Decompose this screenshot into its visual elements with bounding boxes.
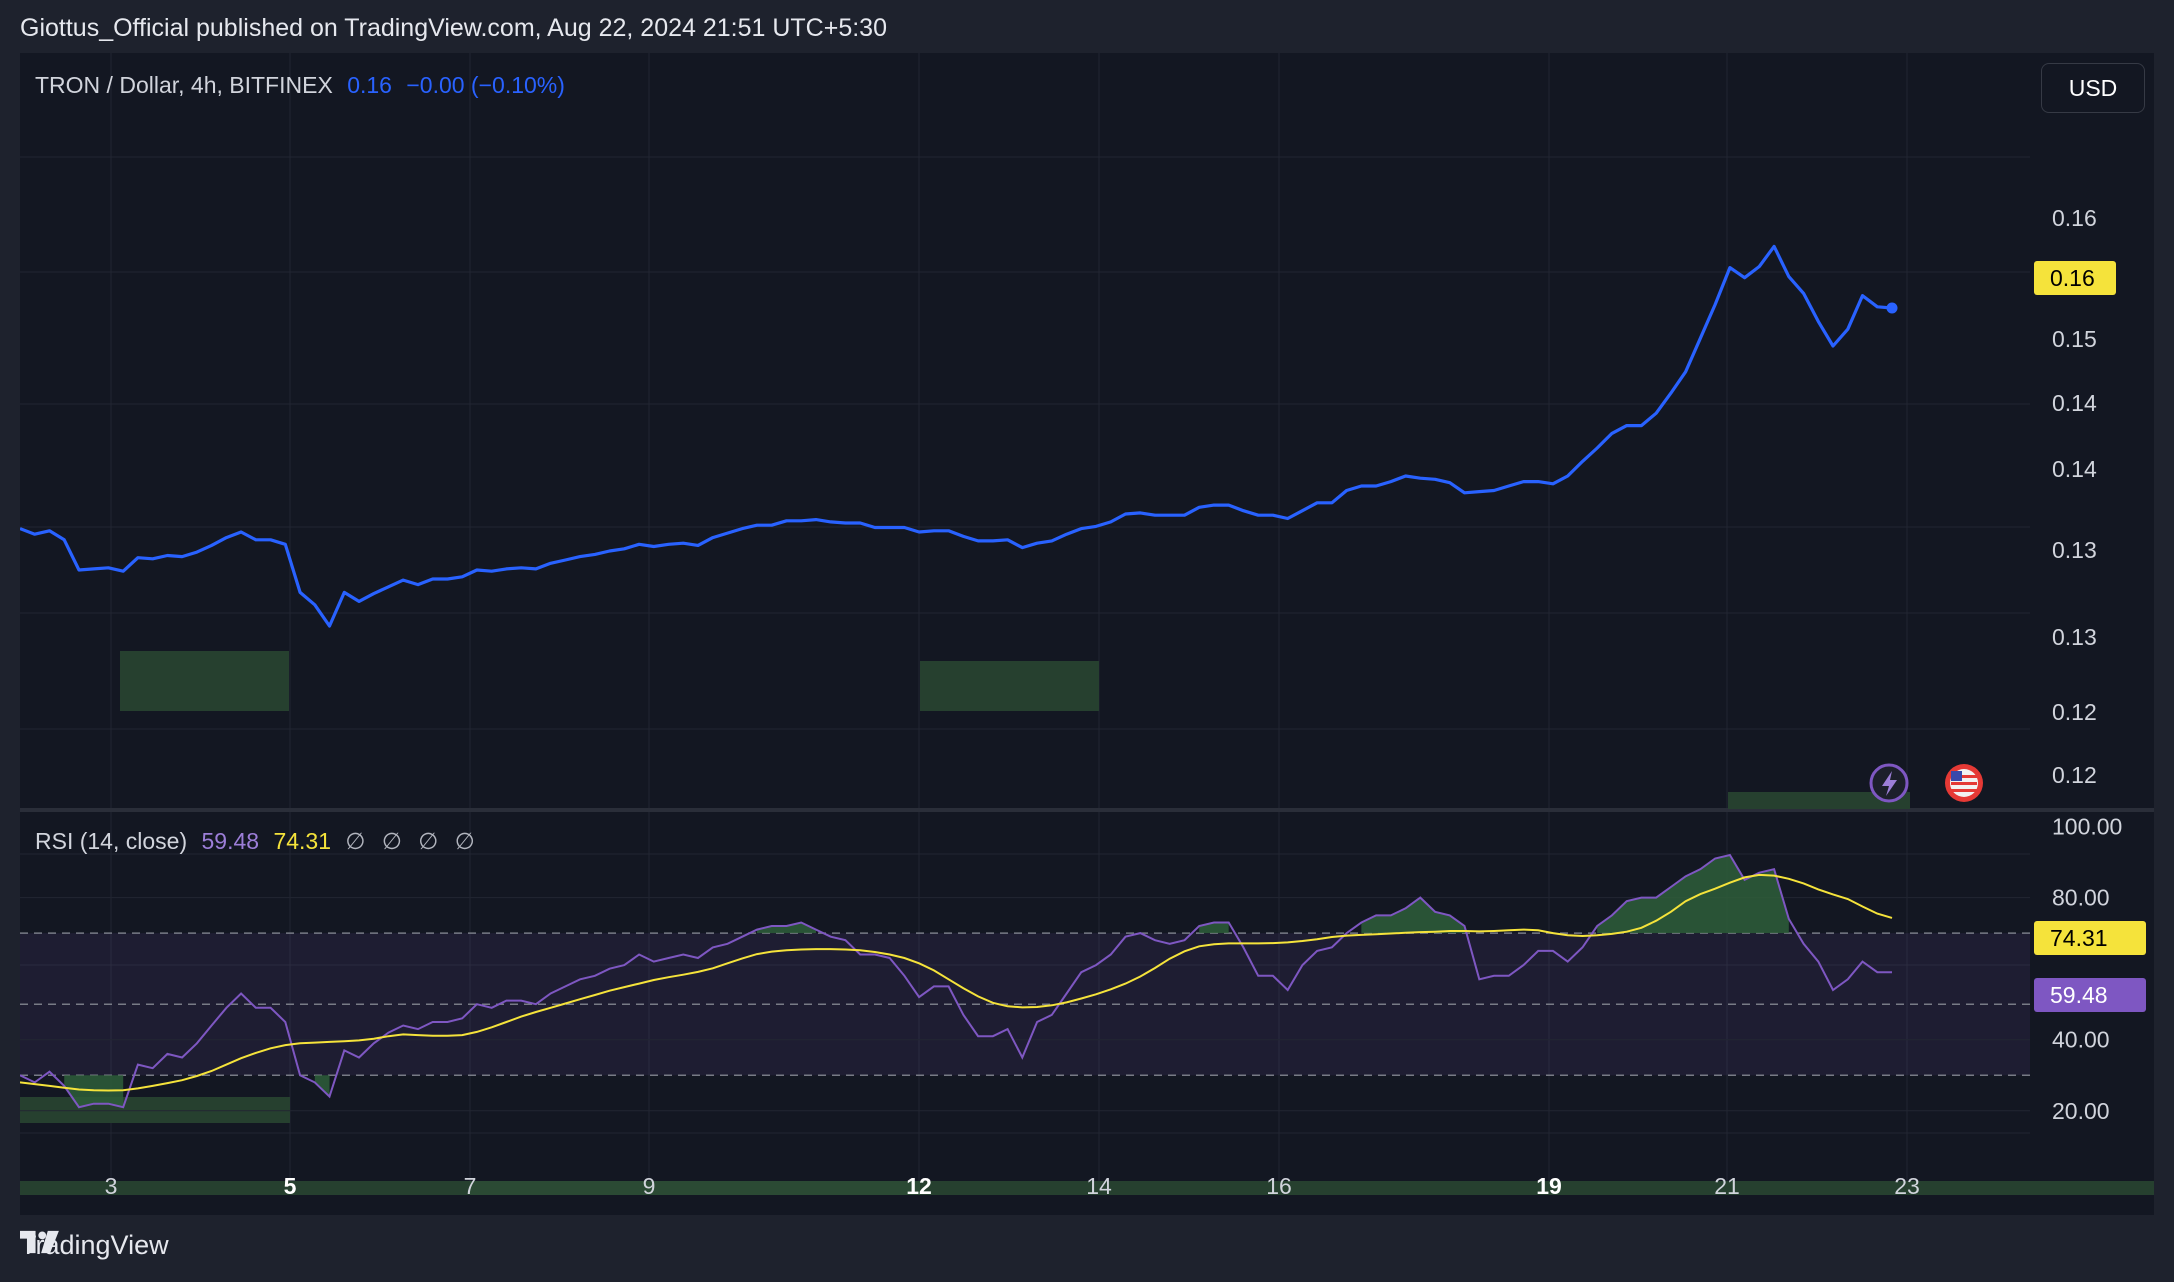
rsi-value: 59.48 xyxy=(201,828,260,854)
rsi-label[interactable]: RSI (14, close) xyxy=(35,828,187,854)
rsi-axis-tick-label: 80.00 xyxy=(2052,885,2110,911)
price-last-point xyxy=(1886,302,1898,314)
time-axis-tick-label: 12 xyxy=(906,1173,932,1199)
symbol-legend: TRON / Dollar, 4h, BITFINEX 0.16 −0.00 (… xyxy=(35,72,573,99)
rsi-placeholder: ∅ xyxy=(454,828,475,854)
symbol-label[interactable]: TRON / Dollar, 4h, BITFINEX xyxy=(35,72,333,98)
us-flag-event-icon[interactable] xyxy=(1945,764,1983,802)
price-axis-tick-label: 0.13 xyxy=(2052,537,2097,563)
time-axis-tick-label: 5 xyxy=(284,1173,297,1199)
rsi-legend: RSI (14, close) 59.48 74.31 ∅ ∅ ∅ ∅ xyxy=(35,828,483,855)
rsi-ma-value: 74.31 xyxy=(273,828,332,854)
rsi-overbought-fill xyxy=(1597,854,1789,934)
flag-icon-stripe xyxy=(1951,782,1977,785)
rsi-placeholder: ∅ xyxy=(345,828,366,854)
price-series-line xyxy=(20,244,1893,628)
price-axis-tick-label: 0.12 xyxy=(2052,699,2097,725)
rsi-zone-box xyxy=(20,1097,290,1123)
zone-box xyxy=(120,651,289,711)
rsi-axis-tick-label: 40.00 xyxy=(2052,1027,2110,1053)
time-axis-tick-label: 16 xyxy=(1266,1173,1292,1199)
flag-icon-canton xyxy=(1951,771,1962,781)
rsi-placeholder: ∅ xyxy=(418,828,439,854)
time-axis-tick-label: 14 xyxy=(1086,1173,1112,1199)
time-band-highlight xyxy=(470,1181,920,1195)
time-axis-tick-label: 9 xyxy=(643,1173,656,1199)
symbol-change: −0.00 (−0.10%) xyxy=(406,72,565,98)
chart-canvas[interactable]: 0.16 0.15 0.14 0.14 0.13 0.13 0.12 0.12 0.16 100.… xyxy=(20,53,2154,1215)
rsi-axis-tick-label: 20.00 xyxy=(2052,1098,2110,1124)
price-axis-tick-label: 0.13 xyxy=(2052,624,2097,650)
price-axis-tick-label: 0.12 xyxy=(2052,762,2097,788)
price-axis-tick-label: 0.14 xyxy=(2052,456,2097,482)
time-axis-tick-label: 21 xyxy=(1714,1173,1740,1199)
tradingview-logo[interactable]: TradingView xyxy=(20,1230,169,1261)
price-axis-tick-label: 0.15 xyxy=(2052,326,2097,352)
lightning-event-icon[interactable] xyxy=(1869,763,1909,803)
price-axis-tick-label: 0.16 xyxy=(2052,205,2097,231)
rsi-axis-tick-label: 100.00 xyxy=(2052,814,2122,840)
price-last-label: 0.16 xyxy=(2050,265,2095,291)
price-axis-tick-label: 0.14 xyxy=(2052,390,2097,416)
currency-button[interactable]: USD xyxy=(2041,63,2145,113)
time-axis-tick-label: 3 xyxy=(105,1173,118,1199)
published-caption: Giottus_Official published on TradingVie… xyxy=(20,14,887,42)
chart-area[interactable]: 0.16 0.15 0.14 0.14 0.13 0.13 0.12 0.12 0.16 100.… xyxy=(20,53,2154,1215)
rsi-badge-label: 59.48 xyxy=(2050,982,2108,1008)
time-axis-tick-label: 7 xyxy=(464,1173,477,1199)
time-axis-tick-label: 23 xyxy=(1894,1173,1920,1199)
rsi-placeholder: ∅ xyxy=(381,828,402,854)
tradingview-logo-icon xyxy=(20,1230,59,1254)
rsi-ma-badge-label: 74.31 xyxy=(2050,925,2108,951)
zone-box xyxy=(920,661,1099,711)
symbol-price: 0.16 xyxy=(347,72,392,98)
time-axis-tick-label: 19 xyxy=(1536,1173,1562,1199)
flag-icon-stripe xyxy=(1951,789,1977,792)
